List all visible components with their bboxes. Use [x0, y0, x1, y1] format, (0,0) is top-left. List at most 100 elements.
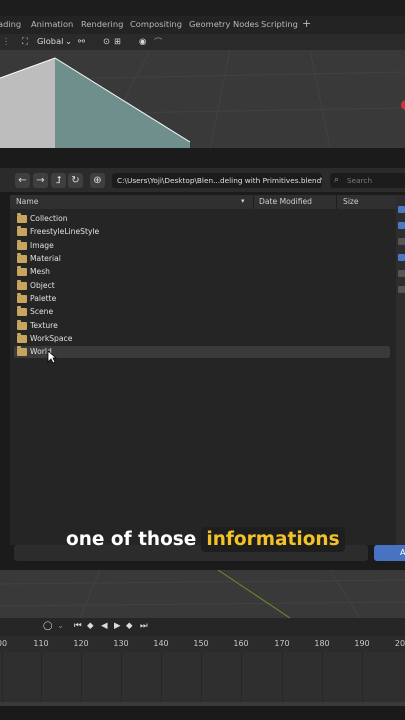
- folder-label: Material: [30, 254, 61, 263]
- orientation-dropdown[interactable]: Global: [37, 36, 63, 46]
- grid-line: [241, 652, 242, 702]
- falloff-icon[interactable]: ⌒: [154, 36, 162, 48]
- column-divider[interactable]: [253, 195, 254, 209]
- options-side-panel: [396, 195, 405, 545]
- frame-tick: 180: [314, 639, 330, 648]
- checkbox[interactable]: [398, 238, 405, 245]
- forward-arrow-icon[interactable]: →: [33, 173, 48, 188]
- checkbox[interactable]: [398, 222, 405, 229]
- checkbox[interactable]: [398, 286, 405, 293]
- sort-chevron-icon[interactable]: ▾: [241, 197, 245, 205]
- list-item[interactable]: Material: [14, 253, 390, 265]
- keyframe-toggle-icon[interactable]: ◯: [43, 621, 53, 631]
- column-divider[interactable]: [336, 195, 337, 209]
- grid-line: [282, 652, 283, 702]
- workspace-tab-bar: ading Animation Rendering Compositing Ge…: [0, 16, 405, 34]
- file-list[interactable]: Name ▾ Date Modified Size Collection Fre…: [10, 195, 396, 545]
- folder-icon: [17, 280, 27, 290]
- checkbox[interactable]: [398, 206, 405, 213]
- column-size[interactable]: Size: [343, 197, 359, 206]
- search-input[interactable]: ⌕ Search: [330, 173, 405, 188]
- prev-keyframe-icon[interactable]: ◆: [87, 621, 94, 631]
- back-arrow-icon[interactable]: ←: [15, 173, 30, 188]
- folder-label: FreestyleLineStyle: [30, 227, 100, 236]
- status-bar: [0, 706, 405, 720]
- pivot-icon[interactable]: ⚯: [78, 36, 85, 46]
- tab-animation[interactable]: Animation: [31, 19, 73, 29]
- list-item[interactable]: Texture: [14, 320, 390, 332]
- tab-modeling[interactable]: ading: [0, 19, 21, 29]
- grid-line: [2, 652, 3, 702]
- tab-compositing[interactable]: Compositing: [130, 19, 182, 29]
- folder-icon: [17, 213, 27, 223]
- folder-icon: [17, 266, 27, 276]
- folder-label: Palette: [30, 294, 57, 303]
- list-item[interactable]: Palette: [14, 293, 390, 305]
- tab-geometry-nodes[interactable]: Geometry Nodes: [189, 19, 259, 29]
- list-item[interactable]: Scene: [14, 306, 390, 318]
- timeline-body[interactable]: [0, 652, 405, 702]
- column-name[interactable]: Name: [16, 197, 38, 206]
- snap-icon[interactable]: ⊙: [103, 36, 110, 46]
- list-item[interactable]: Mesh: [14, 266, 390, 278]
- folder-icon: [17, 306, 27, 316]
- folder-label: Texture: [30, 321, 58, 330]
- checkbox[interactable]: [398, 270, 405, 277]
- frame-tick: 190: [354, 639, 370, 648]
- viewport-scene: [0, 50, 405, 148]
- folder-label: Mesh: [30, 267, 50, 276]
- tab-rendering[interactable]: Rendering: [81, 19, 123, 29]
- separator-icon: ⋮: [2, 36, 11, 46]
- tab-scripting[interactable]: Scripting: [261, 19, 298, 29]
- frame-tick: 110: [33, 639, 49, 648]
- 3d-viewport[interactable]: [0, 50, 405, 148]
- 3d-viewport-lower[interactable]: [0, 570, 405, 618]
- list-item[interactable]: WorkSpace: [14, 333, 390, 345]
- search-placeholder: Search: [347, 176, 373, 185]
- grid-line: [322, 652, 323, 702]
- list-item[interactable]: Image: [14, 240, 390, 252]
- folder-icon: [17, 346, 27, 356]
- viewport-grid: [0, 570, 405, 618]
- grid-line: [161, 652, 162, 702]
- list-item[interactable]: Collection: [14, 213, 390, 225]
- grid-line: [362, 652, 363, 702]
- file-list-header: Name ▾ Date Modified Size: [10, 195, 396, 209]
- list-item[interactable]: FreestyleLineStyle: [14, 226, 390, 238]
- folder-icon: [17, 320, 27, 330]
- grid-line: [121, 652, 122, 702]
- chevron-down-icon[interactable]: ⌄: [57, 621, 64, 631]
- confirm-button[interactable]: A: [374, 545, 405, 561]
- timeline-ruler[interactable]: 00 110 120 130 140 150 160 170 180 190 2…: [0, 636, 405, 652]
- proportional-edit-icon[interactable]: ◉: [139, 36, 146, 46]
- folder-icon: [17, 293, 27, 303]
- list-item[interactable]: Object: [14, 280, 390, 292]
- folder-label: WorkSpace: [30, 334, 73, 343]
- frame-tick: 00: [0, 639, 8, 648]
- jump-end-icon[interactable]: ⏭: [140, 621, 148, 631]
- folder-icon: [17, 226, 27, 236]
- next-keyframe-icon[interactable]: ◆: [126, 621, 133, 631]
- file-browser-toolbar: ← → ⮥ ↻ ⊕ C:\Users\Yoji\Desktop\Blen...d…: [0, 168, 405, 192]
- grid-line: [201, 652, 202, 702]
- column-date-modified[interactable]: Date Modified: [259, 197, 312, 206]
- parent-directory-icon[interactable]: ⮥: [51, 173, 66, 188]
- folder-icon: [17, 253, 27, 263]
- snap-target-icon[interactable]: ⊞: [114, 36, 121, 46]
- frame-tick: 170: [274, 639, 290, 648]
- frame-tick: 150: [193, 639, 209, 648]
- list-item-hovered[interactable]: World: [14, 346, 390, 358]
- play-reverse-icon[interactable]: ◀: [101, 621, 108, 631]
- checkbox[interactable]: [398, 254, 405, 261]
- grid-line: [81, 652, 82, 702]
- add-workspace-button[interactable]: +: [302, 17, 311, 30]
- new-folder-icon[interactable]: ⊕: [90, 173, 105, 188]
- path-input[interactable]: C:\Users\Yoji\Desktop\Blen...deling with…: [112, 173, 322, 188]
- folder-label: Scene: [30, 307, 54, 316]
- orientation-icon: ⛶: [22, 36, 28, 46]
- play-icon[interactable]: ▶: [114, 621, 121, 631]
- search-icon: ⌕: [334, 175, 340, 185]
- folder-icon: [17, 333, 27, 343]
- refresh-icon[interactable]: ↻: [68, 173, 83, 188]
- jump-start-icon[interactable]: ⏮: [74, 621, 82, 631]
